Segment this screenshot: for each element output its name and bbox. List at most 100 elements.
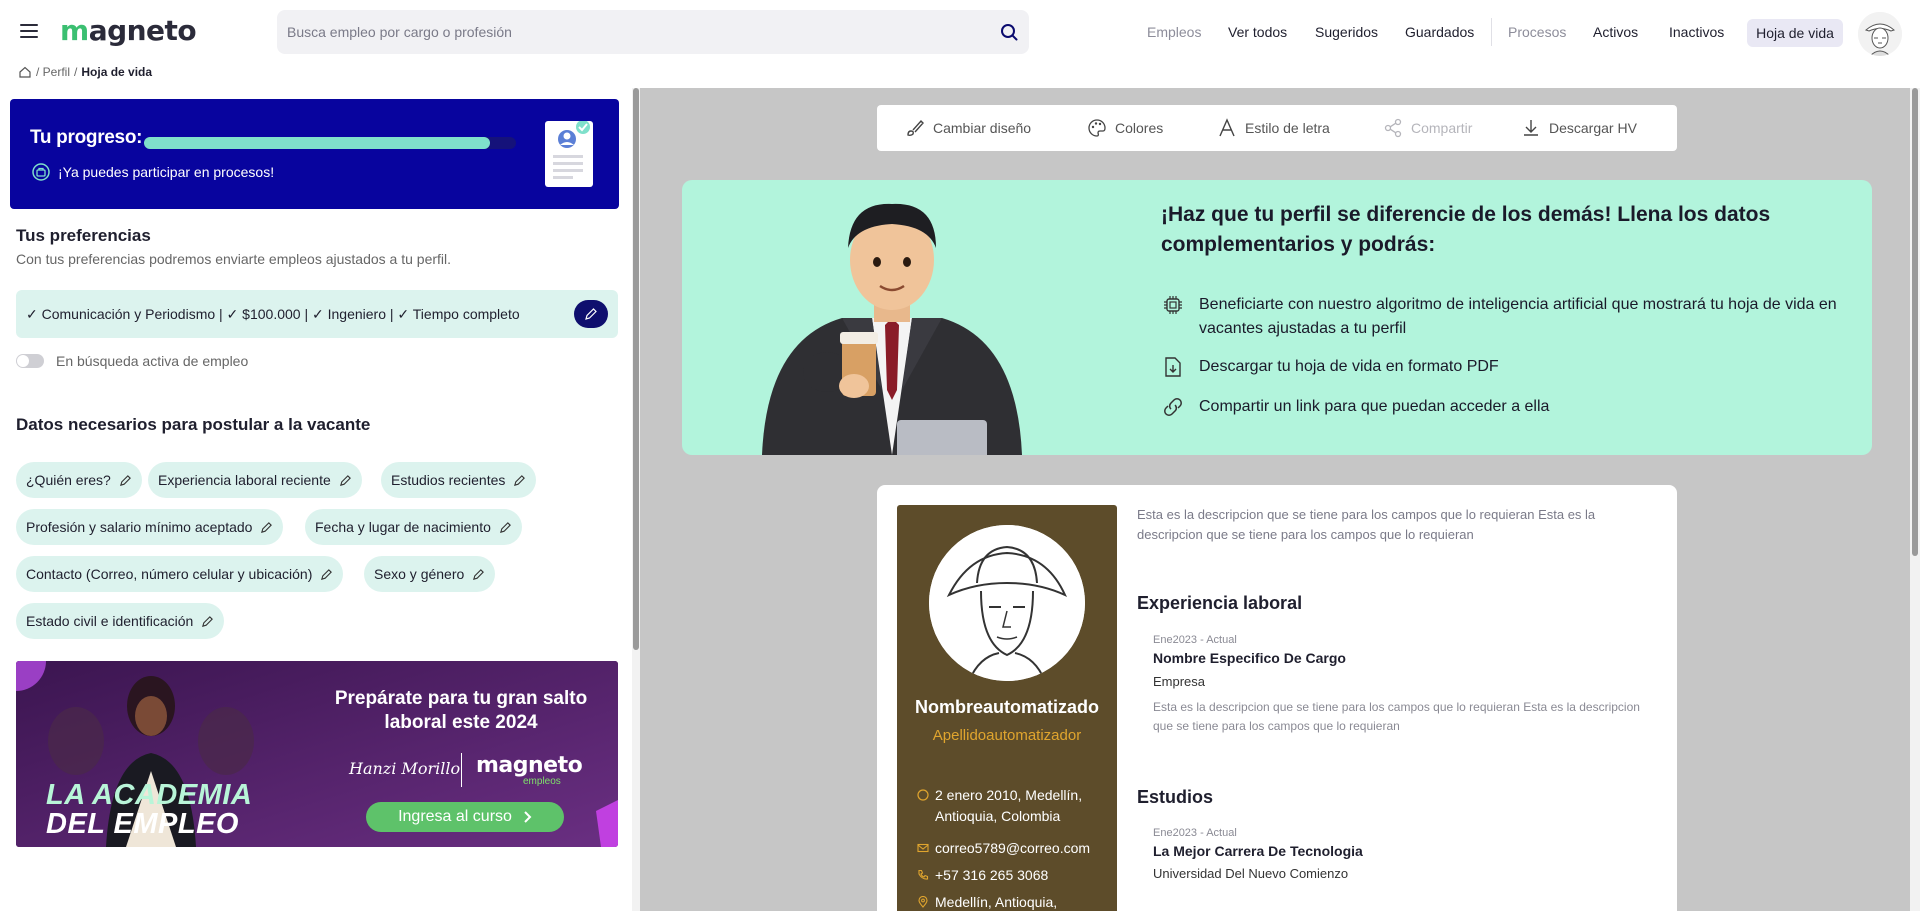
banner-academy-line1: LA ACADEMIA — [46, 779, 253, 811]
left-scrollbar[interactable] — [632, 88, 640, 911]
nav-empleos: Empleos — [1147, 24, 1202, 40]
breadcrumb-perfil[interactable]: / Perfil — [36, 65, 70, 79]
left-panel: Tu progreso: ¡Ya puedes participar en pr… — [0, 88, 628, 911]
menu-icon[interactable] — [20, 24, 38, 38]
chip-estado-civil[interactable]: Estado civil e identificación — [16, 603, 225, 639]
descargar-hv-button[interactable]: Descargar HV — [1521, 105, 1637, 151]
nav-procesos: Procesos — [1508, 24, 1567, 40]
nav-guardados[interactable]: Guardados — [1405, 0, 1474, 64]
chip-icon — [1164, 296, 1182, 314]
cv-last-name: Apellidoautomatizador — [932, 727, 1082, 744]
birthday-icon — [917, 789, 929, 801]
brush-icon — [907, 119, 924, 137]
banner-logo-sub: empleos — [523, 776, 561, 787]
right-scrollbar-thumb[interactable] — [1912, 88, 1918, 556]
profile-promo-card: ¡Haz que tu perfil se diferencie de los … — [682, 180, 1872, 455]
cv-first-name: Nombreautomatizado — [915, 697, 1100, 717]
businessman-illustration — [762, 203, 1022, 455]
active-search-label: En búsqueda activa de empleo — [56, 353, 249, 369]
colores-button[interactable]: Colores — [1087, 105, 1163, 151]
cv-location: Medellín, Antioquia, Colombia — [935, 894, 1058, 910]
academia-banner[interactable]: Prepárate para tu gran salto laboral est… — [16, 661, 618, 847]
briefcase-icon — [32, 163, 50, 181]
banner-academy-line2: DEL EMPLEO — [46, 808, 239, 840]
pencil-icon — [499, 521, 511, 533]
font-style-icon — [1219, 118, 1235, 137]
cv-sidebar: Nombreautomatizado Apellidoautomatizador… — [897, 505, 1117, 911]
cv-studies-date: Ene2023 - Actual — [1153, 827, 1237, 839]
cv-phone-row: +57 316 265 3068 — [917, 865, 1107, 886]
progress-bar — [144, 137, 516, 149]
pencil-icon — [321, 568, 333, 580]
nav-sugeridos[interactable]: Sugeridos — [1315, 0, 1378, 64]
link-icon — [1164, 398, 1182, 416]
magneto-logo[interactable]: magneto — [60, 14, 197, 47]
banner-signature: Hanzi Morillo — [349, 759, 461, 778]
active-search-toggle[interactable] — [16, 354, 44, 368]
compartir-label: Compartir — [1411, 120, 1473, 136]
nav-ver-todos[interactable]: Ver todos — [1228, 0, 1287, 64]
banner-academy-title: LA ACADEMIA DEL EMPLEO — [46, 781, 252, 839]
file-download-icon — [1165, 357, 1181, 377]
breadcrumb-current: Hoja de vida — [81, 65, 153, 79]
cv-email: correo5789@correo.com — [935, 840, 1091, 856]
chip-contacto[interactable]: Contacto (Correo, número celular y ubica… — [16, 556, 344, 592]
edit-preferences-button[interactable] — [574, 300, 608, 328]
cambiar-diseno-label: Cambiar diseño — [933, 120, 1032, 136]
compartir-button[interactable]: Compartir — [1383, 105, 1472, 151]
download-icon — [1524, 120, 1538, 136]
estilo-letra-label: Estilo de letra — [1245, 120, 1330, 136]
cv-document: Nombreautomatizado Apellidoautomatizador… — [877, 485, 1677, 911]
palette-icon — [1088, 119, 1106, 137]
search-input[interactable] — [277, 10, 957, 54]
banner-cta-button[interactable]: Ingresa al curso — [366, 802, 564, 832]
cambiar-diseno-button[interactable]: Cambiar diseño — [905, 105, 1031, 151]
promo-benefit-ai-text: Beneficiarte con nuestro algoritmo de in… — [1199, 296, 1837, 337]
preferences-title: Tus preferencias — [16, 226, 151, 245]
breadcrumb: / Perfil / Hoja de vida — [18, 62, 152, 82]
cv-phone: +57 316 265 3068 — [935, 867, 1049, 883]
cv-toolbar: Cambiar diseño Colores Estilo de letra C… — [877, 105, 1677, 151]
cv-experience-company: Empresa — [1153, 674, 1206, 689]
pencil-icon — [473, 568, 485, 580]
chip-quien-eres[interactable]: ¿Quién eres? — [16, 462, 142, 498]
cv-experience-date: Ene2023 - Actual — [1153, 634, 1237, 646]
promo-title: ¡Haz que tu perfil se diferencie de los … — [1161, 203, 1771, 256]
preferences-summary-box: ✓ Comunicación y Periodismo | ✓ $100.000… — [16, 290, 618, 338]
cv-birth-row: 2 enero 2010, Medellín, Antioquia, Colom… — [917, 785, 1107, 827]
datos-title: Datos necesarios para postular a la vaca… — [16, 415, 371, 434]
chip-fecha-lugar[interactable]: Fecha y lugar de nacimiento — [305, 509, 522, 545]
mail-icon — [917, 843, 929, 853]
left-scrollbar-thumb[interactable] — [633, 88, 639, 650]
right-scrollbar[interactable] — [1910, 88, 1920, 911]
cv-studies-heading: Estudios — [1137, 787, 1214, 807]
profile-photo — [929, 525, 1085, 681]
cv-experience-heading: Experiencia laboral — [1137, 593, 1303, 613]
progress-bar-fill — [144, 137, 490, 149]
preferences-subtitle: Con tus preferencias podremos enviarte e… — [16, 251, 452, 267]
nav-hoja-de-vida[interactable]: Hoja de vida — [1747, 19, 1843, 47]
pencil-icon — [339, 474, 351, 486]
chip-experiencia[interactable]: Experiencia laboral reciente — [148, 462, 362, 498]
search-icon[interactable] — [999, 22, 1019, 42]
nav-inactivos[interactable]: Inactivos — [1669, 0, 1724, 64]
banner-cta-label: Ingresa al curso — [398, 808, 512, 825]
progress-message-row: ¡Ya puedes participar en procesos! — [32, 163, 274, 181]
promo-benefit-link-text: Compartir un link para que puedan accede… — [1199, 398, 1550, 415]
user-avatar[interactable] — [1858, 12, 1902, 56]
cv-document-illustration — [545, 120, 593, 187]
home-icon[interactable] — [18, 65, 32, 79]
location-pin-icon — [918, 896, 928, 908]
cv-preview-area: Cambiar diseño Colores Estilo de letra C… — [640, 88, 1920, 911]
banner-divider — [461, 753, 462, 787]
chip-estudios[interactable]: Estudios recientes — [381, 462, 537, 498]
chevron-right-icon — [524, 811, 532, 823]
progress-card: Tu progreso: ¡Ya puedes participar en pr… — [10, 99, 619, 209]
progress-message: ¡Ya puedes participar en procesos! — [58, 164, 275, 180]
chip-sexo-genero[interactable]: Sexo y género — [364, 556, 496, 592]
banner-magneto-logo: magneto — [476, 753, 583, 778]
pencil-icon — [119, 474, 131, 486]
estilo-letra-button[interactable]: Estilo de letra — [1217, 105, 1330, 151]
nav-activos[interactable]: Activos — [1593, 0, 1638, 64]
chip-profesion[interactable]: Profesión y salario mínimo aceptado — [16, 509, 284, 545]
